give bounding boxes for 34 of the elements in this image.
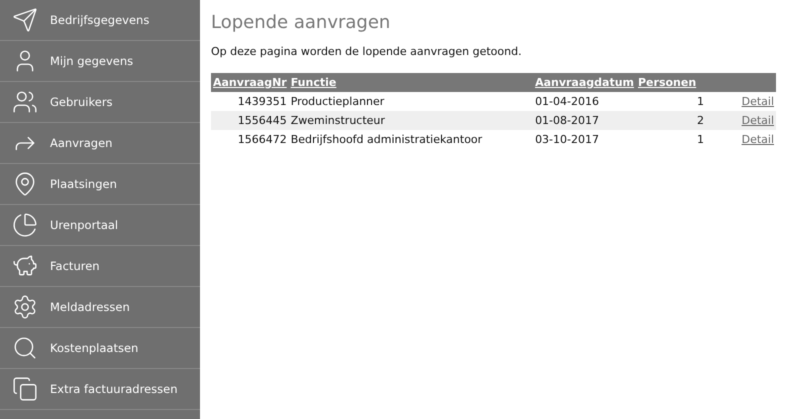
sidebar-item[interactable]: Facturen xyxy=(0,246,200,287)
table-cell: 01-04-2016 xyxy=(535,95,599,108)
detail-link[interactable]: Detail xyxy=(742,114,774,127)
users-icon xyxy=(12,89,38,115)
sidebar-item[interactable]: Urenportaal xyxy=(0,205,200,246)
settings-icon xyxy=(12,294,38,320)
table-cell: 2 xyxy=(697,114,704,127)
search-icon xyxy=(12,335,38,361)
table-cell: 1 xyxy=(697,95,704,108)
send-icon xyxy=(12,7,38,33)
detail-link[interactable]: Detail xyxy=(742,95,774,108)
sidebar-item[interactable]: Extra factuuradressen xyxy=(0,369,200,410)
table-cell: Bedrijfshoofd administratiekantoor xyxy=(290,133,482,146)
sidebar-item[interactable]: Bedrijfsgegevens xyxy=(0,0,200,41)
intro-text: Op deze pagina worden de lopende aanvragen getoond. xyxy=(211,45,523,58)
copy-icon xyxy=(12,376,38,402)
sidebar-item[interactable]: Plaatsingen xyxy=(0,164,200,205)
pie-chart-icon xyxy=(12,212,38,238)
sidebar-item[interactable]: Meldadressen xyxy=(0,287,200,328)
page-title: Lopende aanvragen xyxy=(211,12,392,33)
sidebar-item[interactable]: Aanvragen xyxy=(0,123,200,164)
column-header-link[interactable]: Functie xyxy=(290,76,336,89)
table-cell: 1556445 xyxy=(238,114,287,127)
detail-link[interactable]: Detail xyxy=(742,133,774,146)
table-cell: 1 xyxy=(697,133,704,146)
table-cell: 1439351 xyxy=(238,95,287,108)
sidebar-item[interactable]: Mijn gegevens xyxy=(0,41,200,82)
table-cell: 1566472 xyxy=(238,133,287,146)
table-cell: 03-10-2017 xyxy=(535,133,599,146)
sidebar-item[interactable]: Kostenplaatsen xyxy=(0,328,200,369)
sidebar-item[interactable]: Gebruikers xyxy=(0,82,200,123)
table-cell: Zweminstructeur xyxy=(290,114,385,127)
table-cell: 01-08-2017 xyxy=(535,114,599,127)
table-cell: Productieplanner xyxy=(290,95,384,108)
